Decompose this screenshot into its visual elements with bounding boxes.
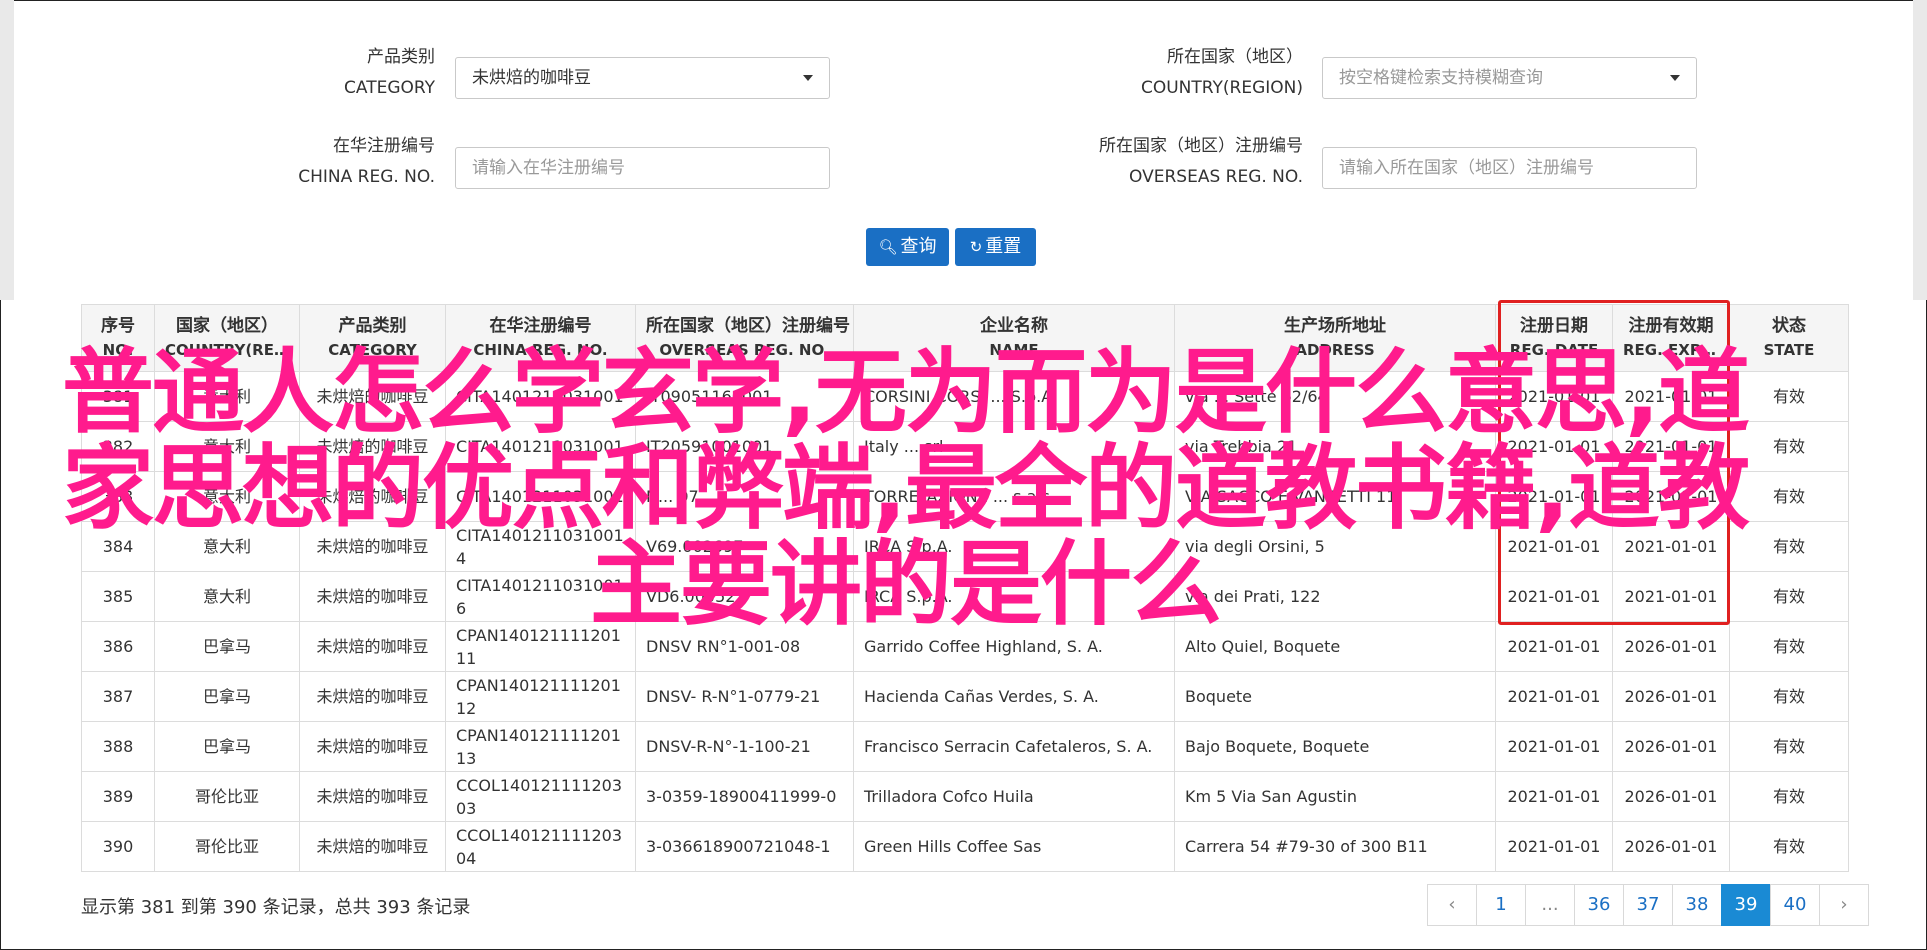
cell-reg-date: 2021-01-01 (1495, 771, 1613, 822)
refresh-icon: ↻ (969, 238, 983, 256)
cell-state: 有效 (1729, 671, 1849, 722)
cell-category: 未烘焙的咖啡豆 (299, 721, 446, 772)
china-reg-label-cn: 在华注册编号 (333, 136, 435, 156)
prev-page-button[interactable]: ‹ (1427, 884, 1477, 926)
overseas-reg-placeholder: 请输入所在国家（地区）注册编号 (1339, 158, 1594, 178)
cell-overseas-reg: 3-0359-18900411999-0 (635, 771, 854, 822)
cell-name: Francisco Serracin Cafetaleros, S. A. (853, 721, 1175, 772)
category-select[interactable]: 未烘焙的咖啡豆 (455, 57, 830, 99)
overseas-reg-label-cn: 所在国家（地区）注册编号 (1099, 136, 1303, 156)
country-select[interactable]: 按空格键检索支持模糊查询 (1322, 57, 1697, 99)
cell-china-reg: CCOL14012111120303 (445, 771, 636, 822)
cell-china-reg: CPAN14012111120112 (445, 671, 636, 722)
cell-name: Trilladora Cofco Huila (853, 771, 1175, 822)
cell-overseas-reg: DNSV-R-N°-1-100-21 (635, 721, 854, 772)
search-button-label: 查询 (900, 236, 937, 257)
cell-state: 有效 (1729, 721, 1849, 772)
page-button[interactable]: 36 (1574, 884, 1624, 926)
cell-expire: 2026-01-01 (1612, 771, 1730, 822)
cell-address: Km 5 Via San Agustin (1174, 771, 1496, 822)
cell-expire: 2026-01-01 (1612, 671, 1730, 722)
cell-no: 388 (81, 721, 155, 772)
cell-country: 哥伦比亚 (154, 771, 300, 822)
page-button-active[interactable]: 39 (1721, 884, 1771, 926)
country-label-cn: 所在国家（地区） (1167, 47, 1303, 67)
cell-no: 390 (81, 821, 155, 872)
cell-address: Boquete (1174, 671, 1496, 722)
cell-country: 哥伦比亚 (154, 821, 300, 872)
table-row[interactable]: 388 巴拿马 未烘焙的咖啡豆 CPAN14012111120113 DNSV-R-N°… (81, 721, 1849, 772)
right-scrollbar[interactable] (1913, 0, 1927, 300)
caret-down-icon (803, 75, 813, 81)
cell-reg-date: 2021-01-01 (1495, 721, 1613, 772)
left-scrollbar[interactable] (0, 0, 14, 300)
cell-name: Green Hills Coffee Sas (853, 821, 1175, 872)
cell-reg-date: 2021-01-01 (1495, 671, 1613, 722)
caret-down-icon (1670, 75, 1680, 81)
overseas-reg-label: 所在国家（地区）注册编号 OVERSEAS REG. NO. (1040, 131, 1303, 193)
china-reg-label: 在华注册编号 CHINA REG. NO. (250, 131, 435, 193)
cell-category: 未烘焙的咖啡豆 (299, 821, 446, 872)
country-label: 所在国家（地区） COUNTRY(REGION) (1080, 42, 1303, 104)
search-button[interactable]: 🔍︎ 查询 (866, 228, 949, 266)
category-label: 产品类别 CATEGORY (300, 42, 435, 104)
cell-category: 未烘焙的咖啡豆 (299, 771, 446, 822)
cell-no: 387 (81, 671, 155, 722)
cell-category: 未烘焙的咖啡豆 (299, 671, 446, 722)
cell-overseas-reg: 3-036618900721048-1 (635, 821, 854, 872)
overseas-reg-input[interactable]: 请输入所在国家（地区）注册编号 (1322, 147, 1697, 189)
table-row[interactable]: 390 哥伦比亚 未烘焙的咖啡豆 CCOL14012111120304 3-036618… (81, 821, 1849, 872)
country-select-placeholder: 按空格键检索支持模糊查询 (1339, 68, 1543, 88)
table-row[interactable]: 389 哥伦比亚 未烘焙的咖啡豆 CCOL14012111120303 3-0359-1… (81, 771, 1849, 822)
page-ellipsis: ... (1525, 884, 1575, 926)
category-label-en: CATEGORY (344, 78, 435, 98)
reset-button-label: 重置 (985, 236, 1022, 257)
cell-no: 389 (81, 771, 155, 822)
overseas-reg-label-en: OVERSEAS REG. NO. (1129, 167, 1303, 187)
country-label-en: COUNTRY(REGION) (1140, 78, 1303, 98)
china-reg-placeholder: 请输入在华注册编号 (472, 158, 625, 178)
cell-state: 有效 (1729, 771, 1849, 822)
cell-country: 巴拿马 (154, 721, 300, 772)
china-reg-label-en: CHINA REG. NO. (298, 167, 435, 187)
cell-china-reg: CPAN14012111120113 (445, 721, 636, 772)
category-select-value: 未烘焙的咖啡豆 (472, 68, 591, 88)
cell-state: 有效 (1729, 821, 1849, 872)
cell-address: Bajo Boquete, Boquete (1174, 721, 1496, 772)
page-button[interactable]: 37 (1623, 884, 1673, 926)
cell-reg-date: 2021-01-01 (1495, 821, 1613, 872)
reset-button[interactable]: ↻ 重置 (955, 228, 1036, 266)
cell-address: Carrera 54 #79-30 of 300 B11 (1174, 821, 1496, 872)
cell-overseas-reg: DNSV- R-N°1-0779-21 (635, 671, 854, 722)
china-reg-input[interactable]: 请输入在华注册编号 (455, 147, 830, 189)
record-summary: 显示第 381 到第 390 条记录，总共 393 条记录 (81, 897, 471, 918)
pagination: ‹ 1 ... 36 37 38 39 40 › (1427, 884, 1869, 926)
cell-expire: 2026-01-01 (1612, 721, 1730, 772)
search-icon: 🔍︎ (878, 238, 898, 256)
page-button[interactable]: 40 (1770, 884, 1820, 926)
page-button-first[interactable]: 1 (1476, 884, 1526, 926)
cell-expire: 2026-01-01 (1612, 821, 1730, 872)
page-button[interactable]: 38 (1672, 884, 1722, 926)
cell-country: 巴拿马 (154, 671, 300, 722)
overlay-title: 普通人怎么学玄学,无为而为是什么意思,道家思想的优点和弊端,最全的道教书籍,道教… (62, 339, 1750, 638)
cell-china-reg: CCOL14012111120304 (445, 821, 636, 872)
next-page-button[interactable]: › (1819, 884, 1869, 926)
table-row[interactable]: 387 巴拿马 未烘焙的咖啡豆 CPAN14012111120112 DNSV- R-N… (81, 671, 1849, 722)
category-label-cn: 产品类别 (367, 47, 435, 67)
cell-name: Hacienda Cañas Verdes, S. A. (853, 671, 1175, 722)
